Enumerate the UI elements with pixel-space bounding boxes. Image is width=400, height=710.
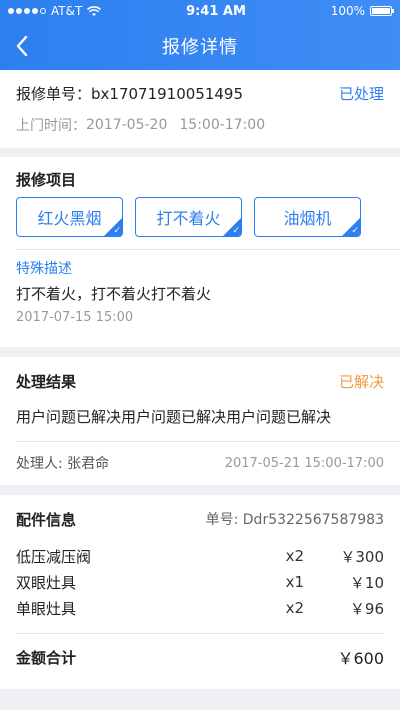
- check-icon: ✓: [351, 226, 359, 236]
- repair-section-title: 报修项目: [16, 170, 77, 189]
- order-number-row: 报修单号：bx17071910051495: [16, 83, 243, 104]
- check-icon: ✓: [113, 226, 121, 236]
- result-status: 已解决: [338, 372, 384, 391]
- result-card: 处理结果 已解决 用户问题已解决用户问题已解决用户问题已解决 处理人: 张君命 …: [0, 357, 400, 485]
- battery-percent: 100%: [330, 4, 365, 18]
- wifi-icon: [87, 5, 102, 16]
- part-price: ￥96: [349, 599, 384, 618]
- part-qty: x1: [285, 573, 304, 591]
- special-desc-time: 2017-07-15 15:00: [16, 309, 134, 325]
- repair-tag[interactable]: 油烟机 ✓: [254, 197, 361, 237]
- parts-card: 配件信息 单号: Ddr5322567587983 低压减压阀 x2 ￥300 …: [0, 495, 400, 689]
- repair-tags: 红火黑烟 ✓ 打不着火 ✓ 油烟机 ✓: [0, 197, 400, 237]
- visit-date: 2017-05-20: [86, 117, 168, 133]
- part-qty: x2: [285, 599, 304, 617]
- special-desc-label: 特殊描述: [16, 261, 72, 277]
- status-right: 100%: [330, 4, 394, 18]
- result-text: 用户问题已解决用户问题已解决用户问题已解决: [16, 407, 332, 426]
- total-label: 金额合计: [16, 648, 77, 667]
- repair-tag-label: 红火黑烟: [37, 209, 102, 228]
- repair-tag-label: 打不着火: [156, 209, 221, 228]
- result-section-title: 处理结果: [16, 372, 77, 391]
- list-item: 单眼灶具 x2 ￥96: [0, 595, 400, 621]
- part-price: ￥10: [349, 573, 384, 592]
- handler-time: 2017-05-21 15:00-17:00: [224, 455, 384, 471]
- repair-items-card: 报修项目 红火黑烟 ✓ 打不着火 ✓ 油烟机 ✓ 特殊描述 打不着火，打不着火打…: [0, 157, 400, 347]
- status-bar: AT&T 9:41 AM 100%: [0, 0, 400, 22]
- list-item: 双眼灶具 x1 ￥10: [0, 569, 400, 595]
- list-item: 低压减压阀 x2 ￥300: [0, 543, 400, 569]
- visit-time: 15:00-17:00: [179, 117, 266, 133]
- order-status: 已处理: [338, 84, 384, 103]
- repair-tag[interactable]: 打不着火 ✓: [135, 197, 242, 237]
- visit-time-label: 上门时间：: [16, 118, 86, 134]
- parts-section-title: 配件信息: [16, 510, 77, 529]
- check-icon: ✓: [232, 226, 240, 236]
- repair-tag[interactable]: 红火黑烟 ✓: [16, 197, 123, 237]
- app-header: AT&T 9:41 AM 100% 报修详情: [0, 0, 400, 70]
- parts-order-number: 单号: Ddr5322567587983: [205, 512, 384, 528]
- order-info-card: 报修单号：bx17071910051495 已处理 上门时间： 2017-05-…: [0, 70, 400, 148]
- part-qty: x2: [285, 547, 304, 565]
- part-name: 低压减压阀: [16, 547, 92, 566]
- part-name: 单眼灶具: [16, 599, 77, 618]
- repair-tag-label: 油烟机: [283, 209, 332, 228]
- page-title: 报修详情: [162, 37, 238, 58]
- part-name: 双眼灶具: [16, 573, 77, 592]
- handler-name: 处理人: 张君命: [16, 456, 110, 472]
- status-left: AT&T: [8, 4, 102, 18]
- total-amount: ￥600: [337, 649, 384, 668]
- order-number-label: 报修单号：: [16, 84, 92, 103]
- carrier-label: AT&T: [51, 4, 83, 18]
- order-number: bx17071910051495: [91, 84, 244, 103]
- back-button[interactable]: [8, 32, 36, 60]
- status-time: 9:41 AM: [186, 3, 246, 19]
- chevron-left-icon: [16, 35, 28, 57]
- part-price: ￥300: [340, 547, 384, 566]
- signal-icon: [8, 8, 46, 14]
- battery-icon: [370, 6, 394, 16]
- special-desc-text: 打不着火，打不着火打不着火: [16, 284, 212, 303]
- nav-bar: 报修详情: [0, 22, 400, 70]
